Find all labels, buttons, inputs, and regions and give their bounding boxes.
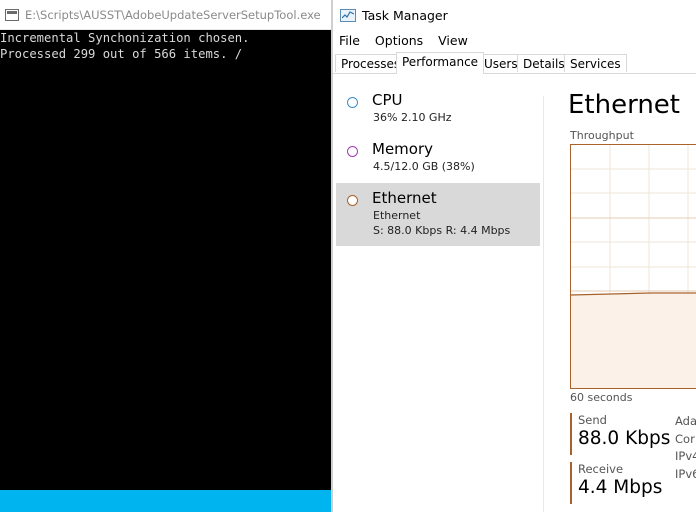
- throughput-graph: [570, 144, 696, 389]
- send-label: Send: [578, 413, 607, 427]
- send-stat: Send 88.0 Kbps: [570, 413, 690, 455]
- adapter-info-column: Ada Cor IPv4 IPv6: [675, 413, 696, 483]
- console-line: Processed 299 out of 566 items. /: [0, 47, 243, 61]
- info-connection-type-label: Cor: [675, 431, 695, 446]
- receive-area: [571, 294, 696, 388]
- menu-view[interactable]: View: [438, 33, 468, 48]
- tm-tab-strip: Processes Performance Users Details Serv…: [333, 52, 696, 74]
- tm-menubar: File Options View: [333, 30, 696, 50]
- resource-name: CPU: [372, 91, 403, 109]
- menu-options[interactable]: Options: [375, 33, 423, 48]
- resource-subname: Ethernet: [373, 209, 421, 222]
- info-ipv4-label: IPv4: [675, 449, 696, 463]
- tm-titlebar[interactable]: Task Manager: [333, 0, 696, 30]
- info-adapter-name-label: Ada: [675, 414, 696, 428]
- resource-name: Memory: [372, 140, 434, 158]
- menu-file[interactable]: File: [339, 33, 360, 48]
- receive-label: Receive: [578, 462, 624, 476]
- resource-sidebar: CPU 36% 2.10 GHz Memory 4.5/12.0 GB (38%…: [333, 74, 543, 512]
- tm-window-title: Task Manager: [362, 7, 448, 23]
- tab-details[interactable]: Details: [517, 54, 571, 72]
- resource-detail: S: 88.0 Kbps R: 4.4 Mbps: [373, 224, 511, 237]
- memory-indicator-icon: [347, 146, 358, 157]
- console-app-icon: [5, 8, 19, 21]
- resource-detail: 4.5/12.0 GB (38%): [373, 160, 475, 173]
- resource-item-ethernet[interactable]: Ethernet Ethernet S: 88.0 Kbps R: 4.4 Mb…: [336, 183, 540, 246]
- resource-name: Ethernet: [372, 189, 437, 207]
- ethernet-indicator-icon: [347, 195, 358, 206]
- console-window[interactable]: E:\Scripts\AUSST\AdobeUpdateServerSetupT…: [0, 0, 331, 512]
- receive-value: 4.4 Mbps: [578, 477, 663, 498]
- cpu-indicator-icon: [347, 97, 358, 108]
- task-manager-window[interactable]: Task Manager File Options View Processes…: [333, 0, 696, 512]
- console-line: Incremental Synchonization chosen.: [0, 31, 250, 45]
- resource-detail: 36% 2.10 GHz: [373, 111, 452, 124]
- pane-separator[interactable]: [543, 96, 544, 512]
- tab-services[interactable]: Services: [564, 54, 627, 72]
- resource-item-memory[interactable]: Memory 4.5/12.0 GB (38%): [336, 134, 540, 183]
- send-value: 88.0 Kbps: [578, 428, 671, 449]
- console-output: Incremental Synchonization chosen. Proce…: [0, 30, 331, 62]
- pane-title: Ethernet: [568, 90, 680, 120]
- tab-performance[interactable]: Performance: [396, 52, 485, 74]
- info-ipv6-label: IPv6: [675, 466, 696, 481]
- throughput-graph-canvas: [571, 145, 696, 388]
- task-manager-icon: [340, 8, 356, 22]
- throughput-label: Throughput: [570, 129, 634, 142]
- resource-item-cpu[interactable]: CPU 36% 2.10 GHz: [336, 85, 540, 134]
- console-title: E:\Scripts\AUSST\AdobeUpdateServerSetupT…: [25, 7, 321, 22]
- receive-stat: Receive 4.4 Mbps: [570, 462, 690, 504]
- console-titlebar[interactable]: E:\Scripts\AUSST\AdobeUpdateServerSetupT…: [0, 0, 331, 30]
- desktop-background-strip: [0, 490, 331, 512]
- time-axis-label: 60 seconds: [570, 391, 633, 404]
